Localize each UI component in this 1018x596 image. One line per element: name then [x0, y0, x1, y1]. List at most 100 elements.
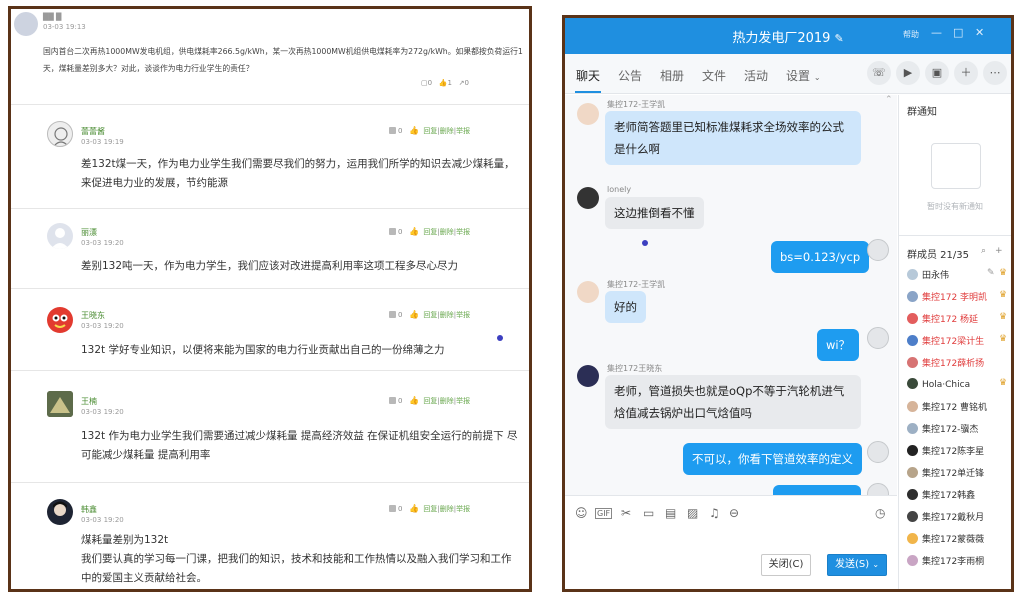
- member-item[interactable]: 集控172-骥杰: [907, 422, 978, 435]
- image-text-icon[interactable]: ▤: [665, 506, 676, 520]
- member-item[interactable]: 集控172陈李星: [907, 444, 984, 457]
- add-member-icon[interactable]: +: [995, 246, 1003, 256]
- comment-icon[interactable]: [389, 127, 396, 134]
- message-bubble[interactable]: wi？: [817, 329, 860, 361]
- maximize-button[interactable]: □: [953, 26, 963, 39]
- folder-icon[interactable]: ▭: [643, 506, 654, 520]
- delete-link[interactable]: 删除: [440, 311, 454, 319]
- member-item[interactable]: 集控172戴秋月: [907, 510, 984, 523]
- like-icon[interactable]: 👍: [409, 310, 419, 319]
- like-icon[interactable]: 👍: [409, 227, 419, 236]
- delete-link[interactable]: 删除: [440, 505, 454, 513]
- delete-link[interactable]: 删除: [440, 397, 454, 405]
- avatar: [867, 483, 889, 495]
- reply-link[interactable]: 回复: [423, 228, 437, 236]
- message-bubble[interactable]: bs=0.123/ycp: [771, 241, 870, 273]
- member-item[interactable]: 集控172 杨延: [907, 312, 978, 325]
- reply-time: 03-03 19:20: [81, 408, 124, 416]
- member-item[interactable]: 集控172 李明凯: [907, 290, 987, 303]
- reply-link[interactable]: 回复: [423, 505, 437, 513]
- report-link[interactable]: 举报: [456, 311, 470, 319]
- member-item[interactable]: 集控172蒙薇薇: [907, 532, 984, 545]
- emoji-icon[interactable]: ☺: [575, 506, 588, 520]
- tab-files[interactable]: 文件: [702, 67, 726, 84]
- add-icon[interactable]: ＋: [954, 61, 978, 85]
- delete-link[interactable]: 删除: [440, 127, 454, 135]
- clock-icon[interactable]: ◷: [875, 506, 885, 520]
- message-bubble[interactable]: 老师简答题里已知标准煤耗求全场效率的公式是什么啊: [605, 111, 861, 165]
- top-post-author: ██ █: [43, 13, 62, 21]
- reply-author[interactable]: 王楠: [81, 396, 97, 407]
- more-icon[interactable]: ⋯: [983, 61, 1007, 85]
- title-bar[interactable]: 热力发电厂2019 ✎ 帮助 — □ ✕: [565, 18, 1011, 54]
- comment-icon[interactable]: [389, 311, 396, 318]
- reply-link[interactable]: 回复: [423, 127, 437, 135]
- reply-author[interactable]: 韩鑫: [81, 504, 97, 515]
- phone-icon[interactable]: ☏: [867, 61, 891, 85]
- comment-icon[interactable]: ▢: [421, 79, 428, 87]
- member-item[interactable]: 集控172单迁锋: [907, 466, 984, 479]
- member-item[interactable]: 田永伟: [907, 268, 949, 281]
- member-item[interactable]: 集控172梁计生: [907, 334, 984, 347]
- chevron-down-icon[interactable]: ⌄: [872, 560, 879, 569]
- avatar: [47, 499, 73, 525]
- scissors-icon[interactable]: ✂: [621, 506, 631, 520]
- member-item[interactable]: 集控172薛析扬: [907, 356, 984, 369]
- tab-chat[interactable]: 聊天: [576, 67, 600, 84]
- like-icon[interactable]: 👍: [409, 396, 419, 405]
- message-bubble[interactable]: 老师，管道损失也就是oQp不等于汽轮机进气焓值减去锅炉出口气焓值吗: [605, 375, 861, 429]
- video-icon[interactable]: ▶: [896, 61, 920, 85]
- reply-author[interactable]: 丽漂: [81, 227, 97, 238]
- message-list[interactable]: 集控172-王学凯 老师简答题里已知标准煤耗求全场效率的公式是什么啊 ⌃ lon…: [565, 95, 897, 495]
- message-bubble[interactable]: 好的: [605, 291, 646, 323]
- send-button[interactable]: 发送(S) ⌄: [827, 554, 887, 576]
- group-title: 热力发电厂2019 ✎: [732, 31, 844, 46]
- tab-activity[interactable]: 活动: [744, 67, 768, 84]
- reply-time: 03-03 19:19: [81, 138, 124, 146]
- close-window-button[interactable]: ✕: [975, 26, 984, 39]
- comment-icon[interactable]: [389, 505, 396, 512]
- edit-icon[interactable]: ✎: [834, 32, 843, 45]
- edit-icon[interactable]: ✎: [987, 268, 995, 278]
- search-icon[interactable]: ⌕: [981, 246, 986, 256]
- like-icon[interactable]: 👍: [409, 126, 419, 135]
- reply-author[interactable]: 王晓东: [81, 310, 105, 321]
- reply-author[interactable]: 蕾蕾酱: [81, 126, 105, 137]
- minimize-button[interactable]: —: [931, 26, 942, 39]
- member-item[interactable]: 集控172韩鑫: [907, 488, 975, 501]
- chevron-up-icon[interactable]: ⌃: [885, 95, 893, 105]
- avatar: [47, 307, 73, 333]
- tab-settings[interactable]: 设置 ⌄: [786, 67, 821, 84]
- reply-link[interactable]: 回复: [423, 311, 437, 319]
- tab-announcement[interactable]: 公告: [618, 67, 642, 84]
- gif-icon[interactable]: GIF: [595, 508, 613, 519]
- like-icon[interactable]: 👍: [439, 79, 448, 87]
- message-input-area[interactable]: ☺ GIF ✂ ▭ ▤ ▨ ♫ ⊖ ◷ 关闭(C) 发送(S) ⌄: [565, 495, 897, 589]
- tab-album[interactable]: 相册: [660, 67, 684, 84]
- comment-icon[interactable]: [389, 228, 396, 235]
- report-link[interactable]: 举报: [456, 228, 470, 236]
- report-link[interactable]: 举报: [456, 505, 470, 513]
- bell-icon[interactable]: ♫: [709, 506, 720, 520]
- message-bubble[interactable]: 损失=Qb-Q0: [773, 485, 861, 495]
- screen-share-icon[interactable]: ▣: [925, 61, 949, 85]
- message-bubble[interactable]: 不可以，你看下管道效率的定义: [683, 443, 862, 475]
- close-button[interactable]: 关闭(C): [761, 554, 811, 576]
- minus-circle-icon[interactable]: ⊖: [729, 506, 739, 520]
- message-bubble[interactable]: 这边推倒看不懂: [605, 197, 704, 229]
- reply-link[interactable]: 回复: [423, 397, 437, 405]
- help-button[interactable]: 帮助: [903, 29, 919, 40]
- reply-item: 丽漂 03-03 19:20 0 👍 回复|删除|举报 差别132吨一天，作为电…: [11, 209, 529, 289]
- member-item[interactable]: Hola·Chica: [907, 378, 970, 390]
- report-link[interactable]: 举报: [456, 127, 470, 135]
- like-icon[interactable]: 👍: [409, 504, 419, 513]
- comment-icon[interactable]: [389, 397, 396, 404]
- member-item[interactable]: 集控172 曹铭机: [907, 400, 987, 413]
- post-actions: ▢0 👍1 ↗0: [421, 79, 469, 87]
- delete-link[interactable]: 删除: [440, 228, 454, 236]
- picture-icon[interactable]: ▨: [687, 506, 698, 520]
- admin-icon: ♛: [999, 378, 1008, 388]
- reply-actions: 0 👍 回复|删除|举报: [389, 310, 470, 320]
- report-link[interactable]: 举报: [456, 397, 470, 405]
- member-item[interactable]: 集控172李雨桐: [907, 554, 984, 567]
